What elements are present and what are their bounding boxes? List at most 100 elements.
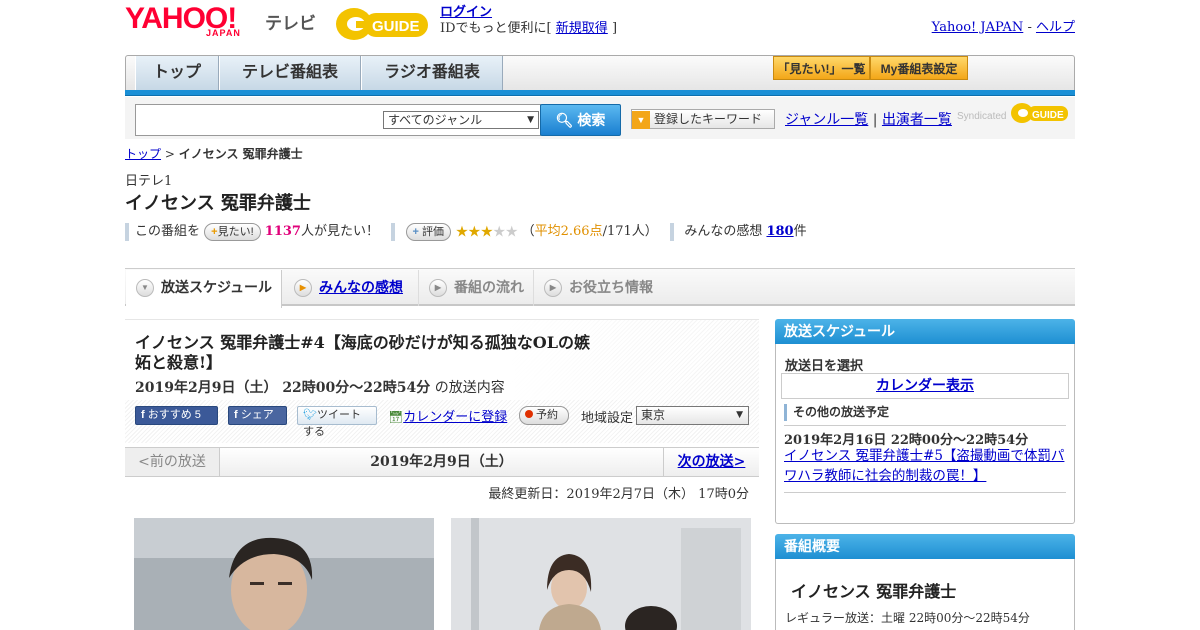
breadcrumb-current: イノセンス 冤罪弁護士: [178, 147, 303, 161]
calendar-display-button[interactable]: カレンダー表示: [781, 373, 1069, 399]
facebook-icon: f: [234, 409, 238, 421]
reserve-button[interactable]: 予約: [519, 406, 569, 425]
nav-tab-tv-schedule[interactable]: テレビ番組表: [219, 56, 361, 90]
region-select[interactable]: 東京 ▼: [636, 406, 749, 425]
play-arrow-icon: ▶: [544, 279, 562, 298]
rate-button[interactable]: + 評価: [405, 222, 452, 241]
episode-date-suffix: の放送内容: [434, 380, 505, 396]
search-button[interactable]: 🔍︎ 検索: [540, 104, 621, 136]
signup-link[interactable]: 新規取得: [556, 21, 608, 36]
episode-date-line: 2019年2月9日（土） 22時00分～22時54分 の放送内容: [135, 377, 505, 397]
regular-broadcast-time: レギュラー放送：土曜 22時00分～22時54分: [785, 611, 1030, 625]
other-broadcasts-heading: その他の放送予定: [784, 404, 889, 421]
chevron-down-icon: ▼: [527, 115, 534, 125]
region-label: 地域設定: [581, 411, 634, 426]
twitter-bird-icon: 🐦︎: [303, 409, 317, 421]
play-arrow-icon: ▶: [429, 279, 447, 298]
login-link[interactable]: ログイン: [440, 5, 492, 20]
calendar-plus-icon: 📅︎: [388, 410, 404, 424]
calendar-display-link[interactable]: カレンダー表示: [876, 378, 974, 394]
stat-divider: [125, 222, 129, 241]
search-icon: 🔍︎: [555, 112, 574, 128]
svg-text:GUIDE: GUIDE: [372, 18, 420, 35]
registered-keyword-label: 登録したキーワード: [654, 112, 763, 126]
chevron-down-icon: ▼: [736, 410, 743, 420]
add-to-calendar[interactable]: 📅︎カレンダーに登録: [388, 406, 507, 425]
header-links: Yahoo! JAPAN - ヘルプ: [932, 16, 1075, 35]
channel-name: 日テレ1: [125, 174, 173, 189]
stat-divider: [391, 222, 396, 241]
yahoo-japan-logo-text: JAPAN: [206, 28, 241, 38]
registered-keyword-button[interactable]: ▼ 登録したキーワード: [631, 109, 775, 129]
tab-label: お役立ち情報: [569, 279, 653, 295]
add-to-calendar-link[interactable]: カレンダーに登録: [403, 410, 507, 425]
tab-useful-info[interactable]: ▶ お役立ち情報: [533, 270, 663, 306]
reserve-label: 予約: [536, 409, 558, 421]
login-area: ログイン IDでもっと便利に[ 新規取得 ]: [440, 5, 617, 37]
yahoo-japan-link[interactable]: Yahoo! JAPAN: [932, 20, 1024, 35]
tab-label: 放送スケジュール: [161, 279, 273, 295]
divider: [784, 492, 1066, 493]
impressions-label: みんなの感想: [684, 224, 763, 239]
link-divider: |: [872, 112, 878, 128]
nav-tab-radio-schedule[interactable]: ラジオ番組表: [361, 56, 503, 90]
breadcrumb-top-link[interactable]: トップ: [125, 147, 161, 161]
rating-open: （: [521, 224, 535, 239]
header-separator: -: [1027, 20, 1032, 35]
tab-impressions[interactable]: ▶ みんなの感想: [284, 270, 416, 306]
program-stats: この番組を +見たい! 1137人が見たい！ + 評価 ★★★★★ （平均2.6…: [125, 220, 807, 241]
other-broadcast-link[interactable]: イノセンス 冤罪弁護士#5【盗撮動画で体罰パワハラ教師に社会的制裁の罠！】: [784, 448, 1064, 484]
want-suffix: 人が見たい！: [300, 224, 379, 239]
last-updated: 最終更新日：2019年2月7日（木） 17時0分: [488, 487, 749, 502]
gguide-small-logo: GUIDE: [1011, 103, 1068, 123]
mitai-list-button[interactable]: 「見たい!」一覧: [773, 56, 870, 80]
search-button-label: 検索: [577, 112, 606, 128]
tab-broadcast-schedule[interactable]: ▼ 放送スケジュール: [126, 270, 282, 308]
rating-average: 平均2.66点: [534, 224, 603, 239]
next-broadcast-link[interactable]: 次の放送>: [678, 454, 746, 470]
nav-tab-top[interactable]: トップ: [135, 56, 219, 90]
episode-photo-woman: [451, 518, 751, 630]
impressions-unit: 件: [793, 224, 807, 239]
facebook-recommend-button[interactable]: f おすすめ 5: [135, 406, 218, 425]
next-broadcast-button[interactable]: 次の放送>: [663, 448, 759, 476]
genre-select-value: すべてのジャンル: [388, 113, 483, 127]
gguide-logo[interactable]: GUIDE: [334, 5, 432, 43]
login-note-close: ]: [611, 21, 618, 36]
want-count: 1137: [264, 224, 301, 239]
other-broadcast-item: イノセンス 冤罪弁護士#5【盗撮動画で体罰パワハラ教師に社会的制裁の罠！】: [784, 446, 1066, 486]
record-dot-icon: [525, 410, 533, 418]
rate-button-label: 評価: [422, 225, 445, 238]
syndicated-label: Syndicated: [957, 111, 1007, 122]
region-select-value: 東京: [641, 408, 666, 422]
facebook-recommend-label: おすすめ 5: [147, 409, 201, 421]
chevron-down-icon: ▼: [136, 279, 154, 298]
impressions-count-link[interactable]: 180: [766, 224, 793, 239]
genre-select[interactable]: すべてのジャンル ▼: [383, 111, 539, 129]
want-button[interactable]: +見たい!: [204, 222, 261, 241]
overview-title: イノセンス 冤罪弁護士: [791, 582, 957, 601]
play-arrow-icon: ▶: [294, 279, 312, 298]
my-schedule-settings-button[interactable]: My番組表設定: [870, 56, 968, 80]
search-links: ジャンル一覧 | 出演者一覧: [785, 109, 952, 129]
episode-date: 2019年2月9日（土） 22時00分～22時54分: [135, 380, 431, 396]
current-broadcast-date: 2019年2月9日（土）: [370, 454, 513, 470]
genre-list-link[interactable]: ジャンル一覧: [785, 112, 868, 128]
tab-label: 番組の流れ: [454, 279, 524, 295]
help-link[interactable]: ヘルプ: [1036, 20, 1075, 35]
previous-broadcast-button[interactable]: <前の放送: [125, 448, 220, 476]
nav-accent-line: [125, 90, 1075, 96]
facebook-icon: f: [141, 409, 145, 421]
want-button-label: 見たい!: [217, 225, 254, 238]
page-title: イノセンス 冤罪弁護士: [125, 193, 311, 214]
tv-logo-label: テレビ: [265, 14, 316, 33]
breadcrumb: トップ > イノセンス 冤罪弁護士: [125, 145, 303, 162]
facebook-share-button[interactable]: f シェア: [228, 406, 287, 425]
breadcrumb-separator: >: [164, 147, 175, 161]
login-note: IDでもっと便利に[: [440, 21, 552, 36]
tab-program-flow[interactable]: ▶ 番組の流れ: [418, 270, 531, 306]
divider: [784, 425, 1066, 426]
performer-list-link[interactable]: 出演者一覧: [882, 112, 952, 128]
want-prefix: この番組を: [135, 224, 201, 239]
tweet-button[interactable]: 🐦︎ツイートする: [297, 406, 377, 438]
